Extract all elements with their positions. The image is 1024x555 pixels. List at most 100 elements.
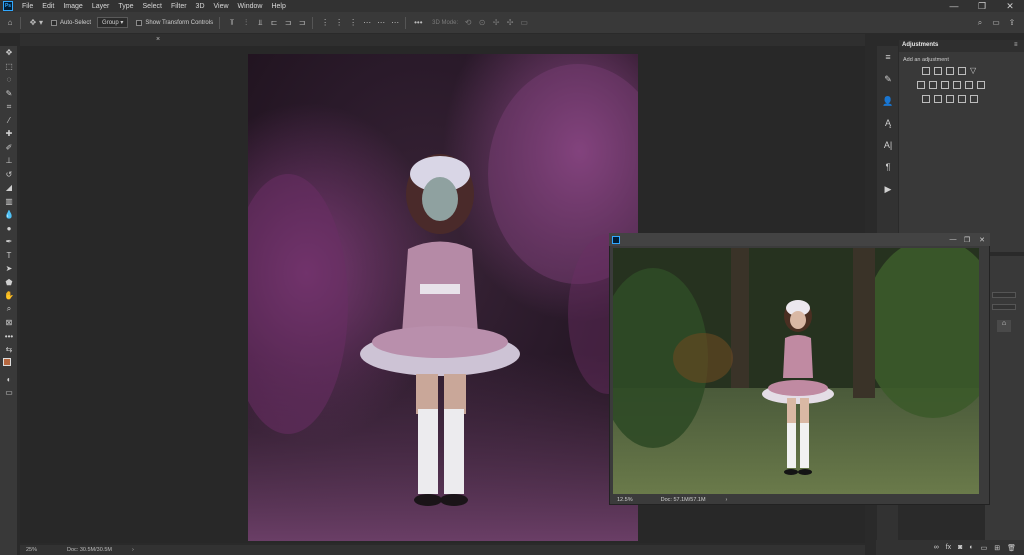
eraser-tool-icon[interactable]: ◢ [0, 181, 18, 195]
history-brush-tool-icon[interactable]: ↺ [0, 168, 18, 182]
distribute-left-icon[interactable]: ⋯ [363, 18, 371, 27]
distribute-middle-icon[interactable]: ⋮ [335, 18, 343, 27]
crop-tool-icon[interactable]: ⌗ [0, 100, 18, 114]
tab-close-icon[interactable]: × [156, 36, 160, 43]
type-tool-icon[interactable]: T [0, 249, 18, 263]
zoom-level[interactable]: 25% [26, 547, 37, 553]
menu-edit[interactable]: Edit [42, 3, 54, 10]
maximize-button[interactable]: ❐ [968, 1, 996, 12]
selective-color-icon[interactable] [970, 95, 978, 103]
character-icon[interactable]: Ą [877, 112, 899, 134]
gradient-map-icon[interactable] [958, 95, 966, 103]
move-tool-icon[interactable]: ✥ [0, 46, 18, 60]
distribute-center-icon[interactable]: ⋯ [377, 18, 385, 27]
opacity-field[interactable] [992, 292, 1016, 298]
align-middle-icon[interactable]: ⫶ [242, 18, 250, 27]
eyedropper-tool-icon[interactable]: ⁄ [0, 114, 18, 128]
new-layer-icon[interactable]: ⊞ [994, 544, 1000, 552]
shape-tool-icon[interactable]: ⬟ [0, 276, 18, 290]
float-status-arrow[interactable]: › [726, 497, 728, 503]
zoom-tool-icon[interactable]: ⌕ [0, 303, 18, 317]
hue-saturation-icon[interactable] [917, 81, 925, 89]
brush-tool-icon[interactable]: ✐ [0, 141, 18, 155]
link-layers-icon[interactable]: ∞ [934, 544, 939, 551]
menu-image[interactable]: Image [63, 3, 82, 10]
fill-field[interactable] [992, 304, 1016, 310]
adjustments-tab-label[interactable]: Adjustments [902, 42, 938, 48]
clone-stamp-tool-icon[interactable]: ⊥ [0, 154, 18, 168]
healing-brush-tool-icon[interactable]: ✚ [0, 127, 18, 141]
3d-orbit-icon[interactable]: ⟲ [464, 18, 472, 27]
black-white-icon[interactable] [941, 81, 949, 89]
menu-select[interactable]: Select [143, 3, 162, 10]
show-transform-option[interactable]: Show Transform Controls [136, 19, 213, 26]
menu-help[interactable]: Help [271, 3, 285, 10]
3d-roll-icon[interactable]: ⊙ [478, 18, 486, 27]
color-lookup-icon[interactable] [977, 81, 985, 89]
new-group-icon[interactable]: ▭ [981, 544, 988, 552]
auto-select-option[interactable]: Auto-Select [51, 19, 91, 26]
show-transform-checkbox[interactable] [136, 19, 143, 26]
group-select[interactable]: Group ▾ [97, 17, 129, 28]
menu-layer[interactable]: Layer [92, 3, 110, 10]
marquee-tool-icon[interactable]: ⬚ [0, 60, 18, 74]
posterize-icon[interactable] [934, 95, 942, 103]
menu-view[interactable]: View [214, 3, 229, 10]
vibrance-icon[interactable]: ▽ [970, 67, 978, 75]
floating-window-titlebar[interactable]: — ❐ ✕ [609, 233, 990, 246]
paragraph-icon[interactable]: A| [877, 134, 899, 156]
close-button[interactable]: ✕ [996, 1, 1024, 12]
new-adjustment-icon[interactable]: ◐ [969, 544, 973, 551]
lasso-tool-icon[interactable]: ◌ [0, 73, 18, 87]
menu-filter[interactable]: Filter [171, 3, 187, 10]
more-options-icon[interactable]: ••• [414, 18, 422, 27]
menu-window[interactable]: Window [238, 3, 263, 10]
photoshop-logo[interactable]: Ps [3, 1, 13, 11]
properties-icon[interactable]: 👤 [877, 90, 899, 112]
foreground-color-swatch[interactable] [3, 357, 11, 366]
frame-tool-icon[interactable]: ⊠ [0, 316, 18, 330]
layer-style-icon[interactable]: fx [946, 544, 951, 551]
align-left-icon[interactable]: ⊏ [270, 18, 278, 27]
home-icon[interactable]: ⌂ [6, 18, 14, 27]
menu-file[interactable]: File [22, 3, 33, 10]
exposure-icon[interactable] [958, 67, 966, 75]
curves-icon[interactable] [946, 67, 954, 75]
menu-3d[interactable]: 3D [196, 3, 205, 10]
actions-icon[interactable]: ▶ [877, 178, 899, 200]
swap-colors-icon[interactable]: ⇆ [0, 343, 18, 357]
gradient-tool-icon[interactable]: ▥ [0, 195, 18, 209]
threshold-icon[interactable] [946, 95, 954, 103]
workspace-icon[interactable]: ▭ [992, 18, 1000, 27]
lock-icon[interactable]: ⌂ [997, 320, 1011, 332]
screen-mode-icon[interactable]: ▭ [0, 386, 18, 400]
invert-icon[interactable] [922, 95, 930, 103]
3d-pan-icon[interactable]: ✢ [492, 18, 500, 27]
more-tools-icon[interactable]: ••• [0, 330, 18, 344]
main-document-image[interactable] [248, 54, 638, 541]
search-icon[interactable]: ⌕ [976, 18, 984, 27]
dodge-tool-icon[interactable]: ● [0, 222, 18, 236]
color-balance-icon[interactable] [929, 81, 937, 89]
distribute-bottom-icon[interactable]: ⋮ [349, 18, 357, 27]
distribute-right-icon[interactable]: ⋯ [391, 18, 399, 27]
align-right-icon[interactable]: ⊐ [298, 18, 306, 27]
libraries-icon[interactable]: ≡ [877, 46, 899, 68]
float-zoom-level[interactable]: 12.5% [617, 497, 633, 503]
align-top-icon[interactable]: ⫪ [228, 18, 236, 27]
align-center-icon[interactable]: ⊐ [284, 18, 292, 27]
quick-mask-icon[interactable]: ◐ [0, 373, 18, 387]
delete-layer-icon[interactable]: 🗑 [1007, 544, 1016, 552]
brush-settings-icon[interactable]: ✎ [877, 68, 899, 90]
minimize-button[interactable]: — [940, 1, 968, 11]
path-selection-tool-icon[interactable]: ➤ [0, 262, 18, 276]
brightness-contrast-icon[interactable] [922, 67, 930, 75]
add-mask-icon[interactable]: ◙ [958, 544, 962, 551]
align-bottom-icon[interactable]: ⫫ [256, 18, 264, 27]
blur-tool-icon[interactable]: 💧 [0, 208, 18, 222]
panel-menu-icon[interactable]: ≡ [1014, 42, 1018, 48]
color-swatches[interactable] [0, 357, 18, 373]
move-tool-icon[interactable]: ✥ [29, 18, 37, 27]
share-icon[interactable]: ⇪ [1008, 18, 1016, 27]
channel-mixer-icon[interactable] [965, 81, 973, 89]
